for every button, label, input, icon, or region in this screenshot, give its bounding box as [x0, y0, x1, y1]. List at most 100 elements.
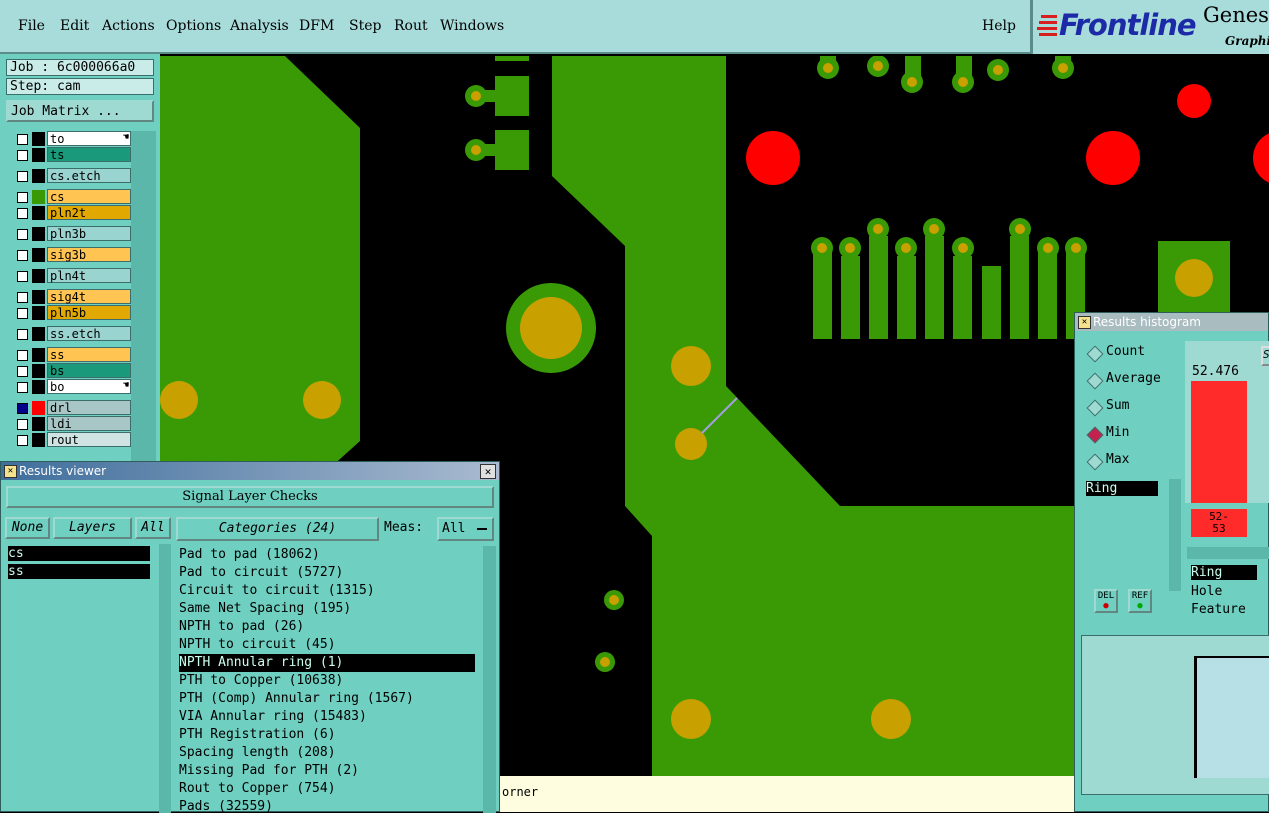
result-layer-list[interactable]: cs ss: [5, 544, 158, 813]
window-menu-icon[interactable]: ✕: [1078, 316, 1091, 329]
layer-row-bs[interactable]: bs: [15, 363, 133, 380]
category-list-scrollbar[interactable]: [483, 546, 496, 813]
layer-name[interactable]: pln4t: [47, 268, 131, 283]
layer-row-ss[interactable]: ss: [15, 347, 133, 364]
layer-name[interactable]: drl: [47, 400, 131, 415]
category-item[interactable]: Rout to Copper (754): [179, 780, 475, 798]
menu-analysis[interactable]: Analysis: [230, 18, 289, 34]
menu-edit[interactable]: Edit: [60, 18, 89, 34]
category-item[interactable]: Pads (32559): [179, 798, 475, 813]
layer-checkbox[interactable]: [17, 308, 28, 319]
close-icon[interactable]: ✕: [480, 464, 496, 479]
del-button[interactable]: DEL ●: [1094, 589, 1118, 613]
layer-name[interactable]: ts: [47, 147, 131, 162]
layer-name[interactable]: pln2t: [47, 205, 131, 220]
layer-checkbox[interactable]: [17, 435, 28, 446]
layer-list-scrollbar[interactable]: [131, 131, 156, 476]
layer-name[interactable]: to: [47, 131, 131, 146]
layer-name[interactable]: sig4t: [47, 289, 131, 304]
list-item[interactable]: cs: [8, 546, 150, 561]
layer-row-ldi[interactable]: ldi: [15, 416, 133, 433]
layer-checkbox[interactable]: [17, 134, 28, 145]
category-item[interactable]: VIA Annular ring (15483): [179, 708, 475, 726]
layer-row-to[interactable]: to ☚: [15, 131, 133, 148]
menu-rout[interactable]: Rout: [394, 18, 428, 34]
category-item[interactable]: PTH to Copper (10638): [179, 672, 475, 690]
layer-checkbox[interactable]: [17, 329, 28, 340]
category-item[interactable]: Circuit to circuit (1315): [179, 582, 475, 600]
histogram-hscroll[interactable]: [1187, 547, 1269, 559]
layer-name[interactable]: bs: [47, 363, 131, 378]
layer-row-sig3b[interactable]: sig3b: [15, 247, 133, 264]
layer-row-ts[interactable]: ts: [15, 147, 133, 164]
layer-row-rout[interactable]: rout: [15, 432, 133, 449]
category-item[interactable]: Missing Pad for PTH (2): [179, 762, 475, 780]
category-item[interactable]: Pad to pad (18062): [179, 546, 475, 564]
window-menu-icon[interactable]: ✕: [4, 465, 17, 478]
layer-name[interactable]: cs.etch: [47, 168, 131, 183]
layer-row-pln3b[interactable]: pln3b: [15, 226, 133, 243]
layer-checkbox[interactable]: [17, 250, 28, 261]
layer-name[interactable]: cs: [47, 189, 131, 204]
meas-dropdown[interactable]: All: [437, 517, 494, 541]
list-item[interactable]: Ring: [1191, 565, 1257, 580]
histogram-field-list[interactable]: Ring DEL ● REF ●: [1084, 479, 1182, 621]
menu-help[interactable]: Help: [982, 18, 1016, 34]
layer-name[interactable]: rout: [47, 432, 131, 447]
menu-dfm[interactable]: DFM: [299, 18, 334, 34]
layer-name[interactable]: pln3b: [47, 226, 131, 241]
layer-checkbox[interactable]: [17, 350, 28, 361]
layer-row-pln2t[interactable]: pln2t: [15, 205, 133, 222]
layer-checkbox[interactable]: [17, 419, 28, 430]
cut-button[interactable]: S: [1261, 346, 1269, 366]
category-item[interactable]: PTH Registration (6): [179, 726, 475, 744]
histogram-list-scrollbar[interactable]: [1169, 479, 1181, 591]
mode-option-max[interactable]: Max: [1081, 449, 1181, 473]
layer-checkbox[interactable]: [17, 229, 28, 240]
layer-row-bo[interactable]: bo ☚: [15, 379, 133, 396]
layer-name[interactable]: ss: [47, 347, 131, 362]
category-item[interactable]: Pad to circuit (5727): [179, 564, 475, 582]
none-button[interactable]: None: [5, 517, 50, 539]
layer-checkbox[interactable]: [17, 192, 28, 203]
layer-checkbox[interactable]: [17, 150, 28, 161]
list-item[interactable]: Hole: [1191, 583, 1222, 601]
menu-file[interactable]: File: [18, 18, 45, 34]
mode-option-average[interactable]: Average: [1081, 368, 1181, 392]
histogram-bar[interactable]: [1191, 381, 1247, 503]
layer-checkbox[interactable]: [17, 366, 28, 377]
category-item[interactable]: Same Net Spacing (195): [179, 600, 475, 618]
list-item[interactable]: Feature: [1191, 601, 1246, 619]
menu-actions[interactable]: Actions: [102, 18, 155, 34]
layer-checkbox[interactable]: [17, 292, 28, 303]
layer-row-pln5b[interactable]: pln5b: [15, 305, 133, 322]
layer-checkbox[interactable]: [17, 208, 28, 219]
layer-checkbox[interactable]: [17, 403, 28, 414]
layers-button[interactable]: Layers: [53, 517, 132, 539]
menu-step[interactable]: Step: [349, 18, 381, 34]
layer-row-drl[interactable]: drl: [15, 400, 133, 417]
layer-row-pln4t[interactable]: pln4t: [15, 268, 133, 285]
category-item[interactable]: NPTH to circuit (45): [179, 636, 475, 654]
layer-checkbox[interactable]: [17, 382, 28, 393]
all-button[interactable]: All: [135, 517, 171, 539]
mode-option-min[interactable]: Min: [1081, 422, 1181, 446]
layer-checkbox[interactable]: [17, 171, 28, 182]
histogram-axis-list[interactable]: Ring Hole Feature: [1187, 563, 1269, 625]
mode-option-sum[interactable]: Sum: [1081, 395, 1181, 419]
layer-name[interactable]: bo: [47, 379, 131, 394]
menu-options[interactable]: Options: [166, 18, 221, 34]
ref-button[interactable]: REF ●: [1128, 589, 1152, 613]
layer-checkbox[interactable]: [17, 271, 28, 282]
category-list[interactable]: Pad to pad (18062) Pad to circuit (5727) C…: [179, 546, 475, 813]
layer-name[interactable]: ss.etch: [47, 326, 131, 341]
category-item[interactable]: PTH (Comp) Annular ring (1567): [179, 690, 475, 708]
category-item[interactable]: NPTH to pad (26): [179, 618, 475, 636]
layer-name[interactable]: sig3b: [47, 247, 131, 262]
mode-option-count[interactable]: Count: [1081, 341, 1181, 365]
layer-row-cs[interactable]: cs: [15, 189, 133, 206]
results-viewer-titlebar[interactable]: Results viewer: [1, 462, 499, 480]
layer-list-scrollbar[interactable]: [159, 544, 171, 813]
histogram-titlebar[interactable]: Results histogram: [1075, 313, 1268, 331]
category-item[interactable]: Spacing length (208): [179, 744, 475, 762]
